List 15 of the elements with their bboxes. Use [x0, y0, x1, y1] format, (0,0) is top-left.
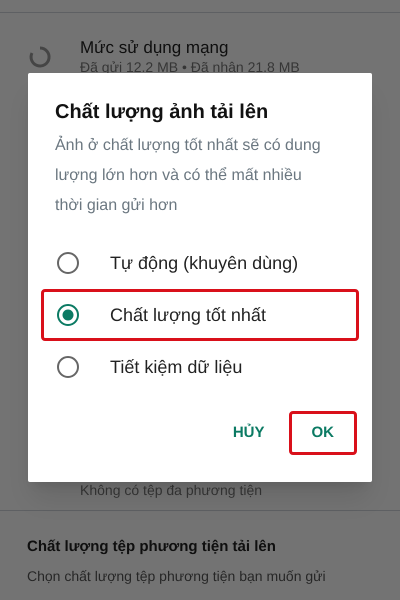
radio-option[interactable]: Tự động (khuyên dùng) [41, 237, 359, 289]
setting-title: Chất lượng tệp phương tiện tải lên [27, 536, 277, 556]
media-note: Không có tệp đa phương tiện [79, 480, 264, 500]
loading-icon [28, 45, 52, 69]
dialog-message: Ảnh ở chất lượng tốt nhất sẽ có dung lượng lớn hơn và có thể mất nhiều thời gian gửi hơn [55, 134, 322, 216]
highlighted-button[interactable]: OK [288, 411, 357, 455]
dialog-button[interactable]: HỦY [216, 411, 280, 455]
radio-option[interactable]: Tiết kiệm dữ liệu [41, 341, 359, 393]
radio-unchecked-icon [56, 251, 80, 275]
setting-title: Mức sử dụng mạng [80, 37, 230, 59]
dialog-title: Chất lượng ảnh tải lên [55, 100, 270, 125]
radio-unchecked-icon [56, 355, 80, 379]
setting-subtitle: Chọn chất lượng tệp phương tiện bạn muốn gửi [27, 567, 327, 586]
highlighted-option[interactable]: Chất lượng tốt nhất [41, 289, 359, 341]
radio-checked-icon [56, 303, 80, 327]
